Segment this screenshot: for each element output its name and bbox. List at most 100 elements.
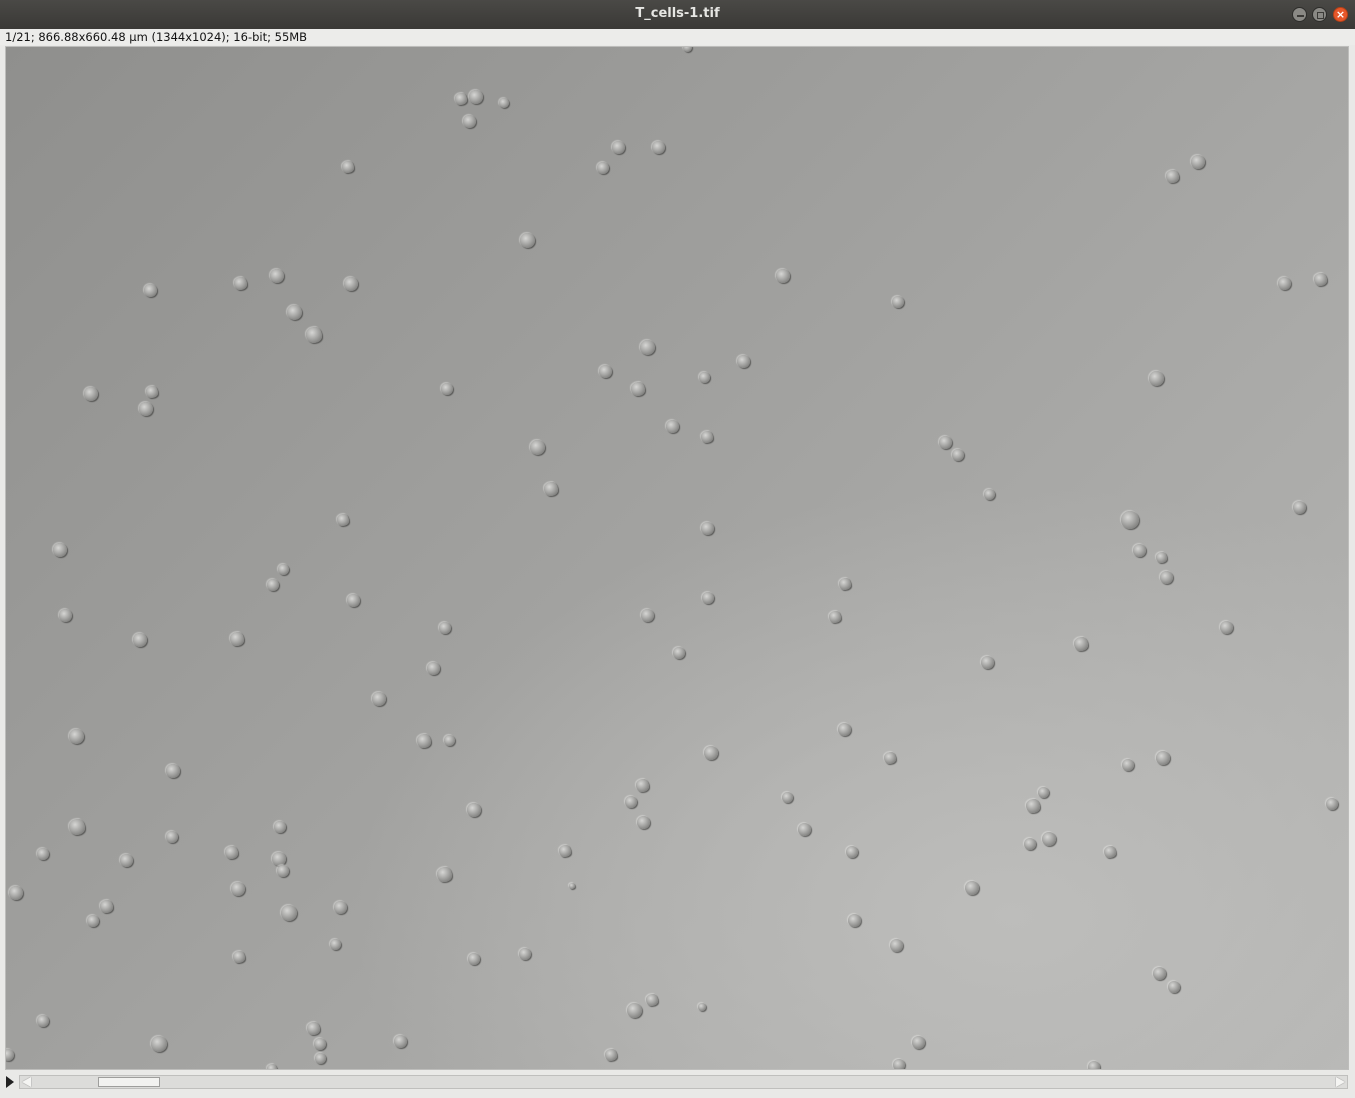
cell-blob xyxy=(889,938,903,952)
slice-scrollbar[interactable] xyxy=(19,1075,1348,1089)
cell-blob xyxy=(233,276,247,290)
cell-blob xyxy=(597,162,609,174)
cell-blob xyxy=(893,1059,905,1069)
cell-blob xyxy=(631,382,645,396)
cell-blob xyxy=(443,734,455,746)
cell-blob xyxy=(1121,511,1139,529)
cell-blob xyxy=(1088,1061,1100,1069)
cell-blob xyxy=(267,579,279,591)
cell-blob xyxy=(892,296,904,308)
cell-blob xyxy=(846,846,858,858)
cell-blob xyxy=(1313,272,1327,286)
cell-blob xyxy=(938,435,952,449)
cell-blob xyxy=(698,371,710,383)
cell-blob xyxy=(980,655,994,669)
cell-blob xyxy=(393,1034,407,1048)
cell-blob xyxy=(1074,637,1088,651)
cell-blob xyxy=(462,114,476,128)
cell-blob xyxy=(9,886,23,900)
cell-blob xyxy=(626,1002,642,1018)
cell-blob xyxy=(544,482,558,496)
cell-blob xyxy=(1168,981,1180,993)
cell-blob xyxy=(776,269,790,283)
cell-blob xyxy=(700,521,714,535)
scroll-right-arrow-icon[interactable] xyxy=(1336,1077,1345,1087)
cell-blob xyxy=(682,47,692,52)
cell-blob xyxy=(467,803,481,817)
cell-blob xyxy=(611,140,625,154)
cell-blob xyxy=(646,994,658,1006)
play-animation-button[interactable] xyxy=(6,1076,14,1088)
cell-blob xyxy=(37,1015,49,1027)
cell-blob xyxy=(847,913,861,927)
cell-blob xyxy=(704,746,718,760)
cell-blob xyxy=(84,387,98,401)
cell-blob xyxy=(569,883,575,889)
maximize-icon xyxy=(1317,12,1324,19)
cell-blob xyxy=(133,633,147,647)
cell-blob xyxy=(736,354,750,368)
minimize-button[interactable] xyxy=(1292,7,1307,22)
cell-blob xyxy=(314,1052,326,1064)
cell-blob xyxy=(342,161,354,173)
cell-blob xyxy=(99,899,113,913)
cell-blob xyxy=(1132,543,1146,557)
cell-blob xyxy=(839,578,851,590)
cell-blob xyxy=(702,592,714,604)
cell-blob xyxy=(314,1038,326,1050)
cell-blob xyxy=(224,845,238,859)
window-titlebar[interactable]: T_cells-1.tif × xyxy=(0,0,1355,30)
image-canvas[interactable] xyxy=(5,46,1349,1070)
cell-blob xyxy=(983,488,995,500)
cell-blob xyxy=(146,386,158,398)
cell-blob xyxy=(166,764,180,778)
cell-blob xyxy=(673,647,685,659)
cell-blob xyxy=(439,622,451,634)
maximize-button[interactable] xyxy=(1312,7,1327,22)
cell-blob xyxy=(1277,276,1291,290)
cell-blob xyxy=(639,339,655,355)
cell-blob xyxy=(559,845,571,857)
image-info-text: 1/21; 866.88x660.48 µm (1344x1024); 16-b… xyxy=(5,30,308,44)
cell-blob xyxy=(69,819,85,835)
cell-blob xyxy=(1024,838,1036,850)
cell-blob xyxy=(499,98,509,108)
cell-blob xyxy=(306,1021,320,1035)
cell-blob xyxy=(372,692,386,706)
window-title: T_cells-1.tif xyxy=(635,6,720,21)
cell-blob xyxy=(139,402,153,416)
cell-blob xyxy=(1026,799,1040,813)
cell-blob xyxy=(333,900,347,914)
cell-blob xyxy=(119,853,133,867)
close-icon: × xyxy=(1335,8,1346,21)
cell-blob xyxy=(37,848,49,860)
cell-blob xyxy=(468,953,480,965)
scroll-left-arrow-icon[interactable] xyxy=(22,1077,31,1087)
cell-blob xyxy=(1155,551,1167,563)
cell-blob xyxy=(651,140,665,154)
cell-blob xyxy=(277,563,289,575)
cell-blob xyxy=(230,632,244,646)
cell-blob xyxy=(426,661,440,675)
cell-blob xyxy=(143,283,157,297)
cell-blob xyxy=(441,383,453,395)
cell-blob xyxy=(911,1035,925,1049)
cell-blob xyxy=(281,905,297,921)
slice-scrollbar-thumb[interactable] xyxy=(98,1077,160,1087)
cell-blob xyxy=(1191,155,1205,169)
cell-blob xyxy=(640,608,654,622)
cell-blob xyxy=(1165,169,1179,183)
cell-blob xyxy=(519,948,531,960)
cell-blob xyxy=(417,734,431,748)
cell-blob xyxy=(58,608,72,622)
cell-blob xyxy=(1122,759,1134,771)
cell-blob xyxy=(529,439,545,455)
cell-blob xyxy=(151,1036,167,1052)
cell-blob xyxy=(277,865,289,877)
close-button[interactable]: × xyxy=(1333,7,1348,22)
cell-blob xyxy=(635,778,649,792)
cell-blob xyxy=(344,277,358,291)
stack-slider-row xyxy=(0,1072,1355,1098)
minimize-icon xyxy=(1297,15,1304,17)
cell-blob xyxy=(455,93,467,105)
